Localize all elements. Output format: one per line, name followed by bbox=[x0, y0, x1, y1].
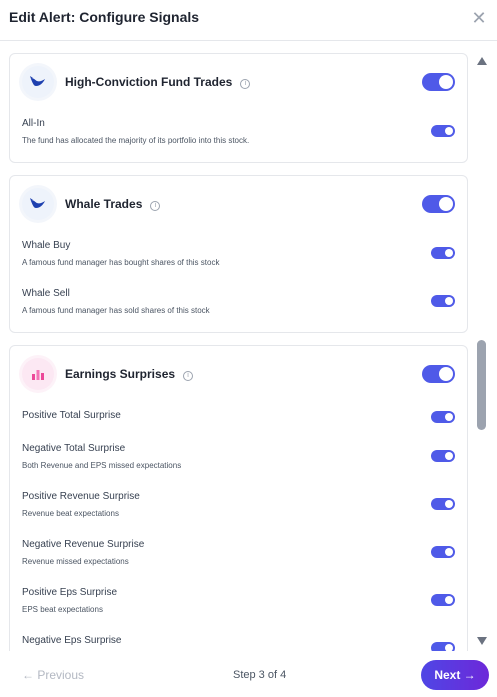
signal-toggle[interactable] bbox=[431, 594, 455, 606]
signal-description: Revenue beat expectations bbox=[22, 509, 119, 518]
signal-description: The fund has allocated the majority of i… bbox=[22, 136, 250, 145]
signal-label: All-In bbox=[22, 118, 45, 129]
dialog-header: Edit Alert: Configure Signals ✕ bbox=[0, 0, 497, 41]
previous-button[interactable]: ← Previous bbox=[22, 668, 84, 682]
card-title: Whale Trades i bbox=[65, 197, 161, 211]
whale-icon bbox=[22, 188, 54, 220]
card-header: Earnings Surprises i bbox=[10, 346, 467, 402]
signal-description: Both Revenue and EPS missed expectations bbox=[22, 461, 182, 470]
signal-description: A famous fund manager has bought shares … bbox=[22, 258, 220, 267]
whale-icon bbox=[22, 66, 54, 98]
signal-toggle[interactable] bbox=[431, 642, 455, 651]
card-toggle[interactable] bbox=[422, 73, 455, 91]
card-title: High-Conviction Fund Trades i bbox=[65, 75, 251, 89]
signal-toggle[interactable] bbox=[431, 125, 455, 137]
card-earnings-surprises: Earnings Surprises i Positive Total Surpr… bbox=[9, 345, 468, 651]
signal-toggle[interactable] bbox=[431, 546, 455, 558]
signal-description: EPS beat expectations bbox=[22, 605, 103, 614]
signal-row-negative-eps-surprise: Negative Eps Surprise bbox=[10, 635, 467, 651]
bar-chart-icon bbox=[22, 358, 54, 390]
signal-label: Positive Total Surprise bbox=[22, 410, 121, 421]
signal-row-positive-eps-surprise: Positive Eps Surprise EPS beat expectati… bbox=[10, 587, 467, 627]
dialog-title: Edit Alert: Configure Signals bbox=[9, 9, 200, 25]
info-icon[interactable]: i bbox=[183, 371, 194, 381]
scroll-down-arrow-icon[interactable] bbox=[477, 637, 487, 645]
signal-toggle[interactable] bbox=[431, 498, 455, 510]
scrollbar[interactable] bbox=[475, 52, 489, 648]
signal-label: Negative Total Surprise bbox=[22, 443, 126, 454]
step-indicator: Step 3 of 4 bbox=[233, 669, 287, 681]
card-header: Whale Trades i bbox=[10, 176, 467, 232]
signal-label: Whale Sell bbox=[22, 288, 70, 299]
dialog-footer: ← Previous Step 3 of 4 Next → bbox=[0, 651, 497, 697]
card-high-conviction-fund-trades: High-Conviction Fund Trades i All-In The … bbox=[9, 53, 468, 163]
signal-toggle[interactable] bbox=[431, 247, 455, 259]
signal-label: Positive Eps Surprise bbox=[22, 587, 118, 598]
card-title: Earnings Surprises i bbox=[65, 367, 194, 381]
signal-label: Negative Eps Surprise bbox=[22, 635, 122, 646]
signal-row-whale-buy: Whale Buy A famous fund manager has boug… bbox=[10, 240, 467, 280]
info-icon[interactable]: i bbox=[150, 201, 161, 211]
signal-label: Whale Buy bbox=[22, 240, 71, 251]
info-icon[interactable]: i bbox=[240, 79, 251, 89]
next-button[interactable]: Next → bbox=[421, 660, 489, 690]
signal-description: A famous fund manager has sold shares of… bbox=[22, 306, 210, 315]
signal-row-all-in: All-In The fund has allocated the majori… bbox=[10, 118, 467, 158]
close-icon[interactable]: ✕ bbox=[470, 9, 488, 27]
scroll-up-arrow-icon[interactable] bbox=[477, 57, 487, 65]
card-header: High-Conviction Fund Trades i bbox=[10, 54, 467, 110]
signal-row-negative-total-surprise: Negative Total Surprise Both Revenue and… bbox=[10, 443, 467, 483]
signal-toggle[interactable] bbox=[431, 411, 455, 423]
signal-row-negative-revenue-surprise: Negative Revenue Surprise Revenue missed… bbox=[10, 539, 467, 579]
card-toggle[interactable] bbox=[422, 365, 455, 383]
signal-row-positive-revenue-surprise: Positive Revenue Surprise Revenue beat e… bbox=[10, 491, 467, 531]
signal-label: Positive Revenue Surprise bbox=[22, 491, 140, 502]
signal-row-whale-sell: Whale Sell A famous fund manager has sol… bbox=[10, 288, 467, 328]
signal-label: Negative Revenue Surprise bbox=[22, 539, 145, 550]
signals-list[interactable]: High-Conviction Fund Trades i All-In The … bbox=[0, 41, 497, 651]
signal-description: Revenue missed expectations bbox=[22, 557, 129, 566]
card-whale-trades: Whale Trades i Whale Buy A famous fund ma… bbox=[9, 175, 468, 333]
card-toggle[interactable] bbox=[422, 195, 455, 213]
signal-toggle[interactable] bbox=[431, 450, 455, 462]
signal-toggle[interactable] bbox=[431, 295, 455, 307]
scrollbar-thumb[interactable] bbox=[477, 340, 486, 430]
